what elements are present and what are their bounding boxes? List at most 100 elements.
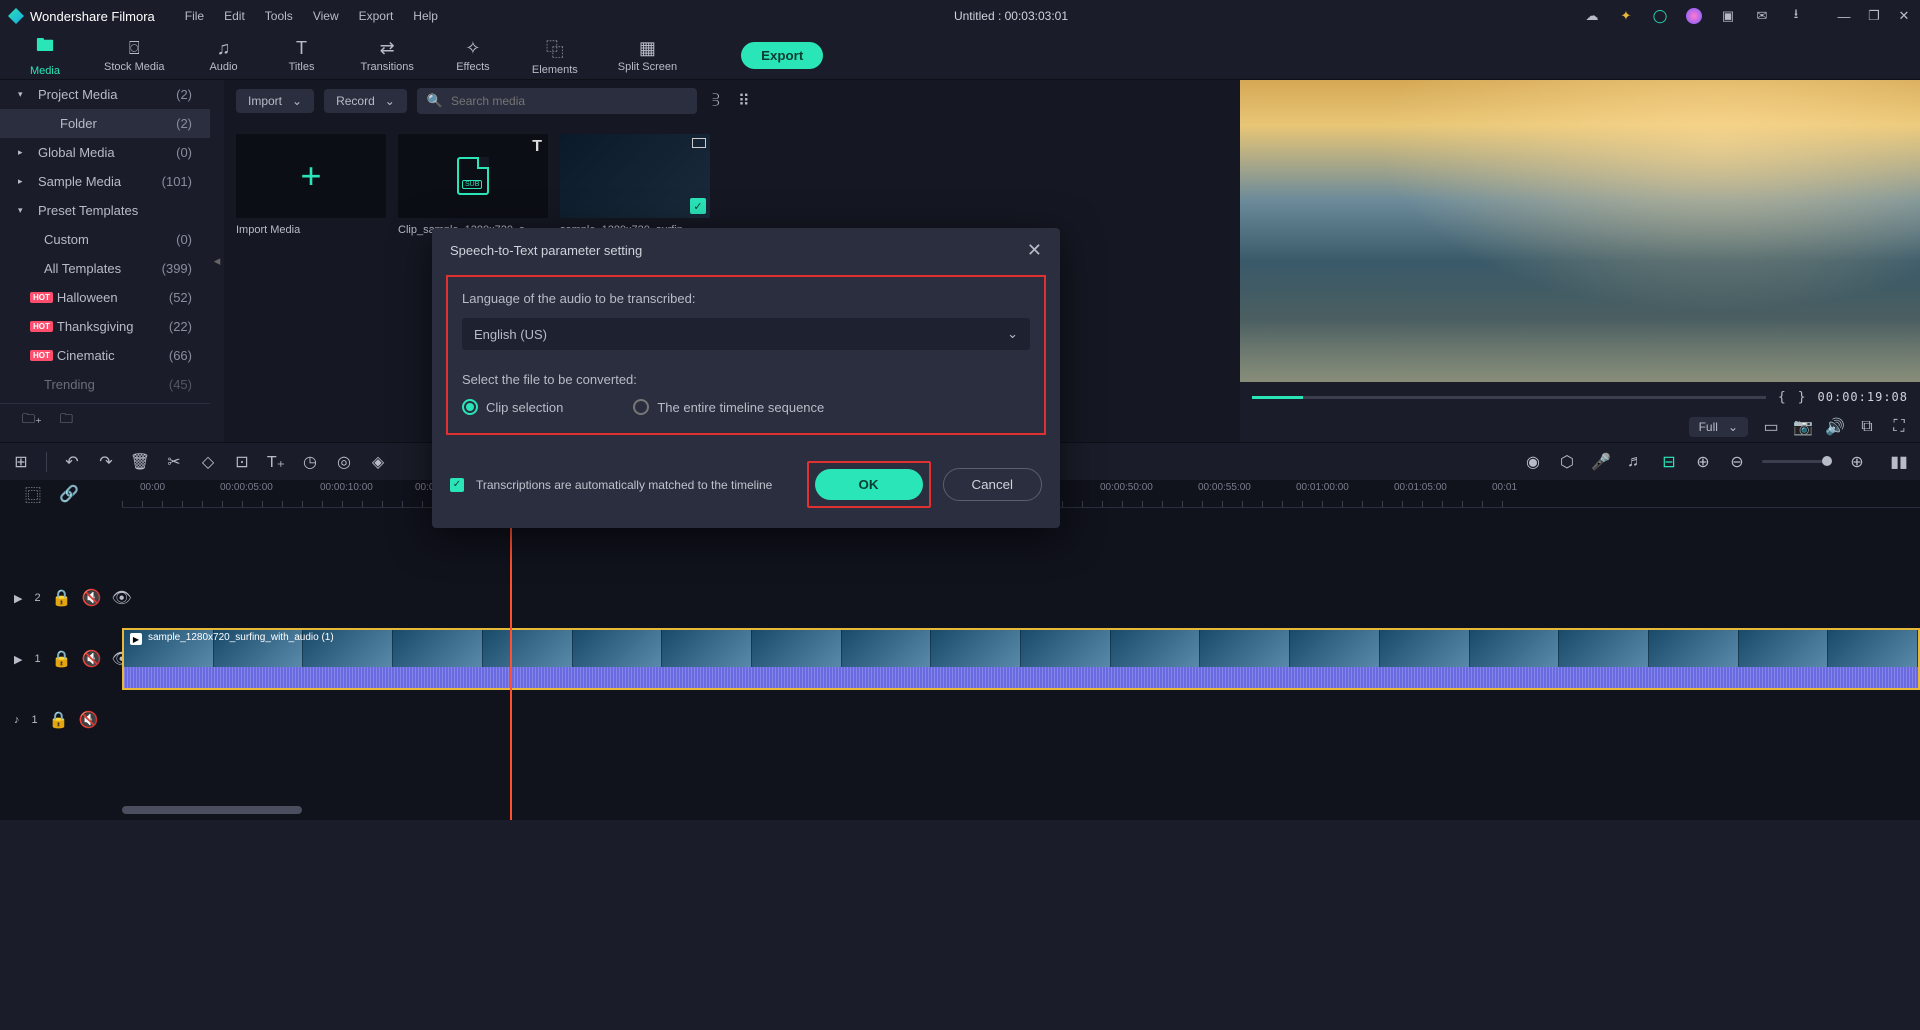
search-input[interactable] — [451, 94, 687, 108]
mute-icon[interactable]: 🔇 — [83, 650, 101, 668]
mixer-icon[interactable]: ◉ — [1524, 453, 1542, 471]
checkbox-checked-icon[interactable]: ✓ — [450, 478, 464, 492]
sidebar-item-folder[interactable]: Folder(2) — [0, 109, 210, 138]
sidebar-item-global-media[interactable]: ▸Global Media(0) — [0, 138, 210, 167]
tab-stock-media[interactable]: ⌼Stock Media — [88, 34, 181, 77]
ok-button[interactable]: OK — [815, 469, 923, 500]
sidebar-item-trending[interactable]: Trending(45) — [0, 370, 210, 399]
preview-viewport[interactable] — [1240, 80, 1920, 382]
filter-icon[interactable]: ⫖ — [707, 92, 725, 110]
sidebar-item-custom[interactable]: Custom(0) — [0, 225, 210, 254]
tab-split-screen[interactable]: ▦Split Screen — [602, 34, 693, 77]
preview-scrubber[interactable] — [1252, 396, 1766, 399]
mark-in-icon[interactable]: { — [1778, 390, 1786, 405]
export-button[interactable]: Export — [741, 42, 823, 69]
toolbox-icon[interactable]: ⊞ — [12, 453, 30, 471]
menu-export[interactable]: Export — [359, 9, 394, 23]
close-icon[interactable]: ✕ — [1896, 8, 1912, 24]
mute-icon[interactable]: 🔇 — [83, 589, 101, 607]
keyframe-icon[interactable]: ◈ — [369, 453, 387, 471]
levels-icon[interactable]: ▮▮ — [1890, 453, 1908, 471]
playhead[interactable]: ✂ — [510, 508, 512, 820]
undo-icon[interactable]: ↶ — [63, 453, 81, 471]
tab-titles[interactable]: TTitles — [267, 34, 337, 77]
folder-icon[interactable]: 🗀 — [60, 410, 73, 432]
redo-icon[interactable]: ↷ — [97, 453, 115, 471]
sidebar-item-preset-templates[interactable]: ▾Preset Templates — [0, 196, 210, 225]
menu-help[interactable]: Help — [413, 9, 438, 23]
import-dropdown[interactable]: Import⌄ — [236, 89, 314, 113]
zoom-slider[interactable] — [1762, 460, 1832, 463]
quality-dropdown[interactable]: Full⌄ — [1689, 417, 1748, 437]
menu-edit[interactable]: Edit — [224, 9, 245, 23]
link-icon[interactable]: 🔗 — [60, 485, 78, 503]
pip-icon[interactable]: ⧉ — [1858, 418, 1876, 436]
sidebar-item-thanksgiving[interactable]: HOTThanksgiving(22) — [0, 312, 210, 341]
new-folder-icon[interactable]: 🗀₊ — [22, 410, 42, 432]
color-icon[interactable]: ◎ — [335, 453, 353, 471]
mic-icon[interactable]: 🎤 — [1592, 453, 1610, 471]
sidebar-item-project-media[interactable]: ▾Project Media(2) — [0, 80, 210, 109]
timeline: ⿴ 🔗 00:0000:00:05:0000:00:10:0000:00:15:… — [0, 480, 1920, 820]
lock-icon[interactable]: 🔒 — [50, 711, 68, 729]
timeline-clip[interactable]: ▶ sample_1280x720_surfing_with_audio (1) — [122, 628, 1920, 690]
dialog-close-icon[interactable]: ✕ — [1027, 240, 1042, 261]
crop-icon[interactable]: ⊡ — [233, 453, 251, 471]
cloud-icon[interactable]: ☁ — [1584, 8, 1600, 24]
save-icon[interactable]: ▣ — [1720, 8, 1736, 24]
maximize-icon[interactable]: ❐ — [1866, 8, 1882, 24]
mark-out-icon[interactable]: } — [1798, 390, 1806, 405]
audio-mixer-icon[interactable]: ♬ — [1626, 453, 1644, 471]
download-icon[interactable]: ⭳ — [1788, 8, 1804, 24]
media-item-import[interactable]: + Import Media — [236, 134, 386, 236]
sidebar-item-all-templates[interactable]: All Templates(399) — [0, 254, 210, 283]
tracks-icon[interactable]: ⿴ — [24, 485, 42, 503]
menu-tools[interactable]: Tools — [265, 9, 293, 23]
timeline-h-scrollbar[interactable] — [122, 806, 302, 814]
search-box[interactable]: 🔍 — [417, 88, 697, 114]
zoom-in-icon[interactable]: ⊕ — [1848, 453, 1866, 471]
avatar-icon[interactable] — [1686, 8, 1702, 24]
cancel-button[interactable]: Cancel — [943, 468, 1043, 501]
menu-file[interactable]: File — [185, 9, 204, 23]
record-dropdown[interactable]: Record⌄ — [324, 89, 407, 113]
subtitle-file-icon — [457, 157, 489, 195]
collapse-sidebar-icon[interactable]: ◂ — [210, 80, 224, 442]
tag-icon[interactable]: ◇ — [199, 453, 217, 471]
display-icon[interactable]: ▭ — [1762, 418, 1780, 436]
chevron-down-icon: ⌄ — [1007, 326, 1018, 342]
tab-media[interactable]: 🖿Media — [10, 29, 80, 83]
delete-icon[interactable]: 🗑 — [131, 453, 149, 471]
message-icon[interactable]: ✉ — [1754, 8, 1770, 24]
add-marker-icon[interactable]: ⊕ — [1694, 453, 1712, 471]
grid-view-icon[interactable]: ⠿ — [735, 92, 753, 110]
media-item-subtitle[interactable]: T Clip_sample_1280x720_s... — [398, 134, 548, 236]
volume-icon[interactable]: 🔊 — [1826, 418, 1844, 436]
tab-transitions[interactable]: ⇄Transitions — [345, 34, 430, 77]
fullscreen-icon[interactable]: ⛶ — [1890, 418, 1908, 436]
menu-view[interactable]: View — [313, 9, 339, 23]
headphones-icon[interactable]: ◯ — [1652, 8, 1668, 24]
radio-clip-selection[interactable]: Clip selection — [462, 399, 563, 415]
sidebar-item-halloween[interactable]: HOTHalloween(52) — [0, 283, 210, 312]
cut-icon[interactable]: ✂ — [165, 453, 183, 471]
lock-icon[interactable]: 🔒 — [53, 650, 71, 668]
media-item-video[interactable]: ✓ sample_1280x720_surfin... — [560, 134, 710, 236]
lightbulb-icon[interactable]: ✦ — [1618, 8, 1634, 24]
minimize-icon[interactable]: — — [1836, 8, 1852, 24]
language-select[interactable]: English (US) ⌄ — [462, 318, 1030, 350]
sidebar-item-cinematic[interactable]: HOTCinematic(66) — [0, 341, 210, 370]
sidebar-item-sample-media[interactable]: ▸Sample Media(101) — [0, 167, 210, 196]
lock-icon[interactable]: 🔒 — [53, 589, 71, 607]
radio-entire-timeline[interactable]: The entire timeline sequence — [633, 399, 824, 415]
snapshot-icon[interactable]: 📷 — [1794, 418, 1812, 436]
render-icon[interactable]: ⊟ — [1660, 453, 1678, 471]
speed-icon[interactable]: ◷ — [301, 453, 319, 471]
marker-icon[interactable]: ⬡ — [1558, 453, 1576, 471]
zoom-out-icon[interactable]: ⊖ — [1728, 453, 1746, 471]
tab-effects[interactable]: ✧Effects — [438, 34, 508, 77]
text-add-icon[interactable]: T₊ — [267, 453, 285, 471]
mute-icon[interactable]: 🔇 — [80, 711, 98, 729]
tab-audio[interactable]: ♫Audio — [189, 34, 259, 77]
tab-elements[interactable]: ⿻Elements — [516, 32, 594, 80]
